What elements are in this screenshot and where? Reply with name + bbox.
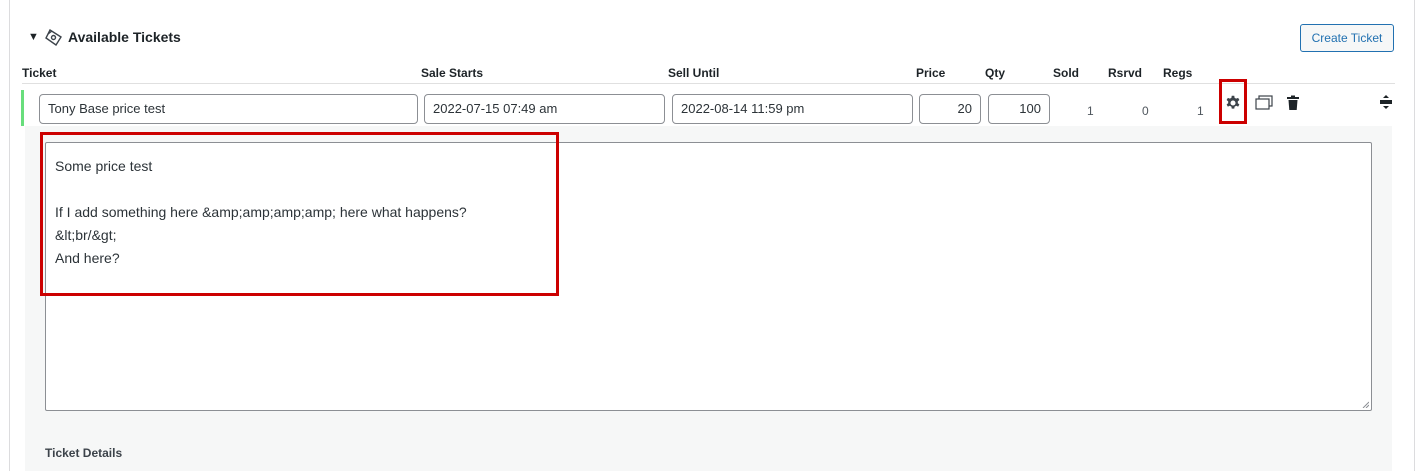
- copy-icon[interactable]: [1254, 95, 1274, 111]
- sale-starts-input[interactable]: 2022-07-15 07:49 am: [424, 94, 665, 124]
- collapse-triangle-icon[interactable]: ▼: [28, 31, 42, 43]
- metabox-left-border: [9, 0, 10, 471]
- ticket-name-input[interactable]: Tony Base price test: [39, 94, 418, 124]
- description-line: &lt;br/&gt;: [55, 227, 117, 243]
- regs-count: 1: [1197, 104, 1204, 118]
- resize-grip-icon[interactable]: [1361, 400, 1369, 408]
- ticket-details-heading: Ticket Details: [45, 446, 123, 460]
- ticket-description-textarea[interactable]: Some price test If I add something here …: [45, 142, 1372, 411]
- column-header-rsrvd: Rsrvd: [1108, 66, 1143, 80]
- section-title: Available Tickets: [68, 29, 181, 45]
- trash-icon[interactable]: [1286, 95, 1300, 111]
- metabox-right-border: [1414, 0, 1415, 471]
- column-header-ticket: Ticket: [22, 66, 57, 80]
- drag-handle-icon[interactable]: [1379, 95, 1393, 109]
- tickets-icon: [45, 28, 62, 46]
- create-ticket-button[interactable]: Create Ticket: [1300, 24, 1394, 52]
- description-line: Some price test: [55, 158, 153, 174]
- gear-icon[interactable]: [1224, 94, 1242, 112]
- sell-until-input[interactable]: 2022-08-14 11:59 pm: [672, 94, 913, 124]
- section-header[interactable]: ▼ Available Tickets: [28, 26, 181, 48]
- description-line: If I add something here &amp;amp;amp;amp…: [55, 204, 467, 220]
- description-line: [55, 178, 1362, 201]
- qty-input[interactable]: 100: [988, 94, 1050, 124]
- price-input[interactable]: 20: [919, 94, 981, 124]
- header-divider: [22, 83, 1395, 84]
- column-header-price: Price: [916, 66, 946, 80]
- sold-count: 1: [1087, 104, 1094, 118]
- column-header-regs: Regs: [1163, 66, 1193, 80]
- rsrvd-count: 0: [1142, 104, 1149, 118]
- column-header-qty: Qty: [985, 66, 1006, 80]
- description-line: And here?: [55, 250, 120, 266]
- column-header-sold: Sold: [1053, 66, 1079, 80]
- column-header-sale-starts: Sale Starts: [421, 66, 484, 80]
- ticket-status-bar: [21, 90, 24, 126]
- column-header-sell-until: Sell Until: [668, 66, 720, 80]
